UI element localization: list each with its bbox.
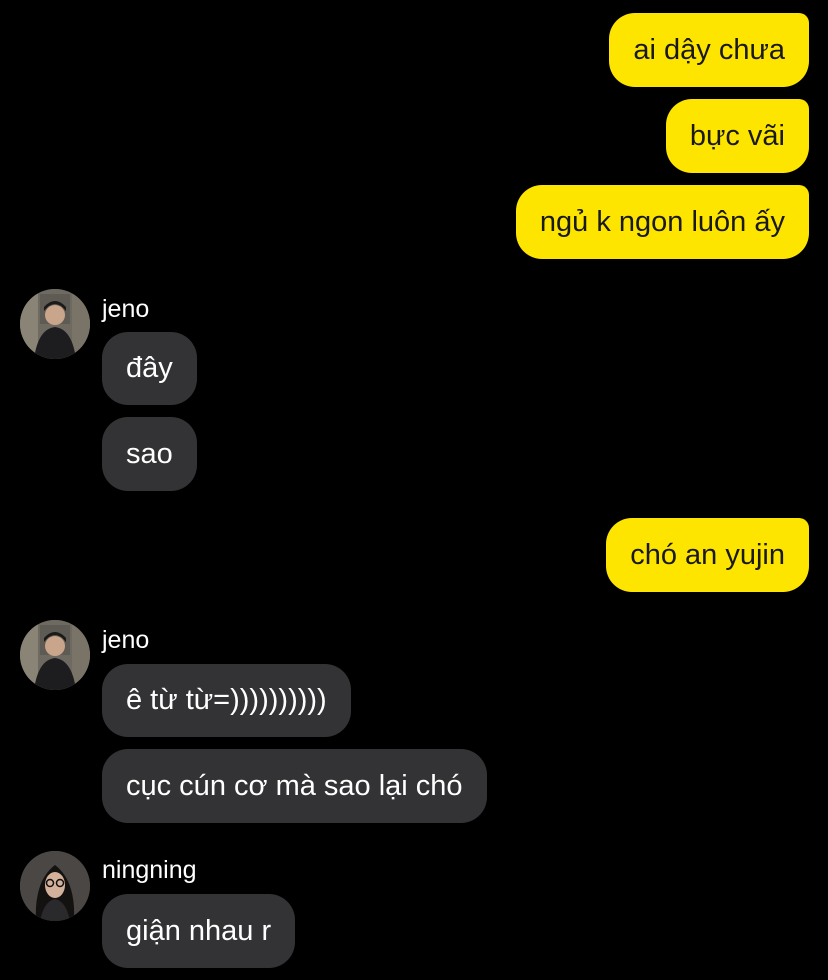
incoming-message[interactable]: sao [102,417,197,491]
avatar-jeno[interactable] [20,289,90,359]
incoming-message[interactable]: cục cún cơ mà sao lại chó [102,749,487,823]
incoming-message[interactable]: giận nhau r [102,894,296,968]
outgoing-message[interactable]: bực vãi [665,99,809,173]
sender-name: ningning [102,856,197,884]
incoming-message[interactable]: ê từ từ=)))))))))) [102,664,351,737]
outgoing-message[interactable]: ai dậy chưa [609,13,809,87]
outgoing-message[interactable]: ngủ k ngon luôn ấy [515,185,809,259]
outgoing-message[interactable]: chó an yujin [606,518,809,592]
sender-name: jeno [102,626,150,654]
avatar-ningning[interactable] [20,851,90,921]
incoming-message[interactable]: đây [102,332,197,405]
avatar-jeno[interactable] [20,620,90,690]
sender-name: jeno [102,295,150,323]
